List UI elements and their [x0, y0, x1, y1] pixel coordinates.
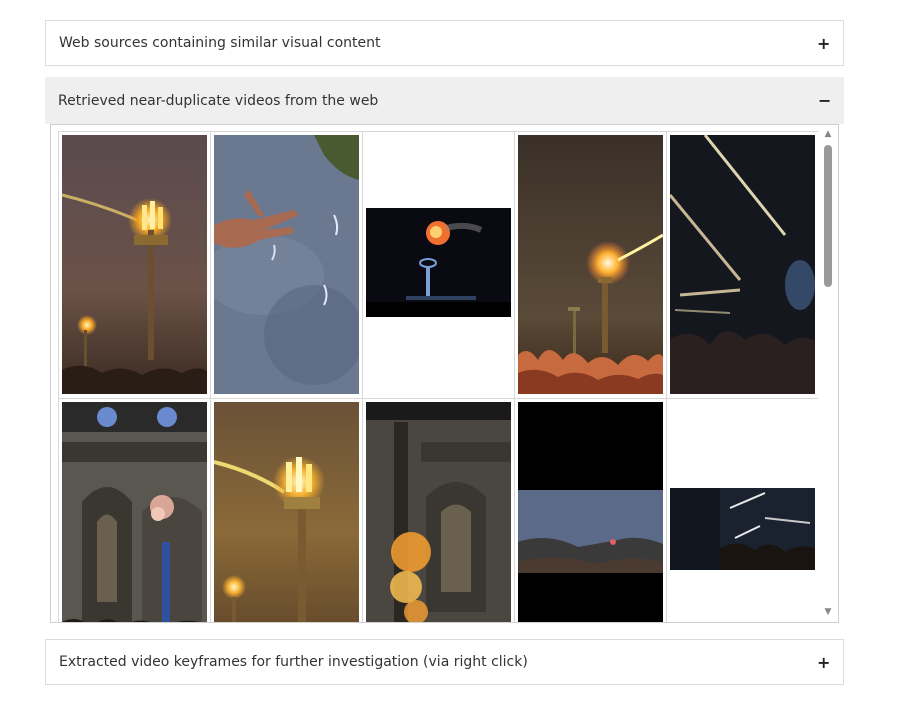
video-thumb-cathedral[interactable] [62, 402, 207, 622]
video-thumb-crowd-sky[interactable] [518, 402, 663, 622]
near-duplicates-title: Retrieved near-duplicate videos from the… [58, 92, 379, 109]
video-thumb-fireball-tower[interactable] [366, 208, 511, 317]
expand-icon[interactable]: + [817, 653, 830, 672]
video-cell[interactable] [59, 399, 211, 622]
video-cell[interactable] [59, 132, 211, 399]
video-grid [58, 131, 818, 622]
video-thumb-crowd-flame[interactable] [518, 135, 663, 394]
video-thumb-cathedral-fire[interactable] [366, 402, 511, 622]
video-thumb-torch-tower[interactable] [62, 135, 207, 394]
video-thumb-torch-closeup[interactable] [214, 402, 359, 622]
video-grid-container: ▲ ▼ [50, 124, 839, 623]
keyframes-title: Extracted video keyframes for further in… [59, 654, 528, 670]
scroll-down-icon[interactable]: ▼ [822, 607, 834, 617]
video-thumb-crowd-night[interactable] [670, 488, 815, 570]
web-sources-header[interactable]: Web sources containing similar visual co… [46, 21, 843, 65]
video-cell[interactable] [211, 132, 363, 399]
keyframes-header[interactable]: Extracted video keyframes for further in… [46, 640, 843, 684]
scrollbar-thumb[interactable] [824, 145, 832, 287]
web-sources-title: Web sources containing similar visual co… [59, 35, 381, 51]
video-thumb-hand-sky[interactable] [214, 135, 359, 394]
video-cell[interactable] [515, 132, 667, 399]
video-cell[interactable] [667, 132, 818, 399]
scroll-up-icon[interactable]: ▲ [822, 129, 834, 139]
near-duplicates-header[interactable]: Retrieved near-duplicate videos from the… [45, 77, 844, 124]
web-sources-panel: Web sources containing similar visual co… [45, 20, 844, 66]
collapse-icon[interactable]: − [818, 91, 831, 110]
grid-scrollbar[interactable]: ▲ ▼ [822, 129, 834, 617]
keyframes-panel: Extracted video keyframes for further in… [45, 639, 844, 685]
video-cell[interactable] [515, 399, 667, 622]
video-cell[interactable] [363, 132, 515, 399]
video-cell[interactable] [667, 399, 818, 622]
video-thumb-streaks[interactable] [670, 135, 815, 394]
expand-icon[interactable]: + [817, 34, 830, 53]
video-cell[interactable] [211, 399, 363, 622]
video-cell[interactable] [363, 399, 515, 622]
